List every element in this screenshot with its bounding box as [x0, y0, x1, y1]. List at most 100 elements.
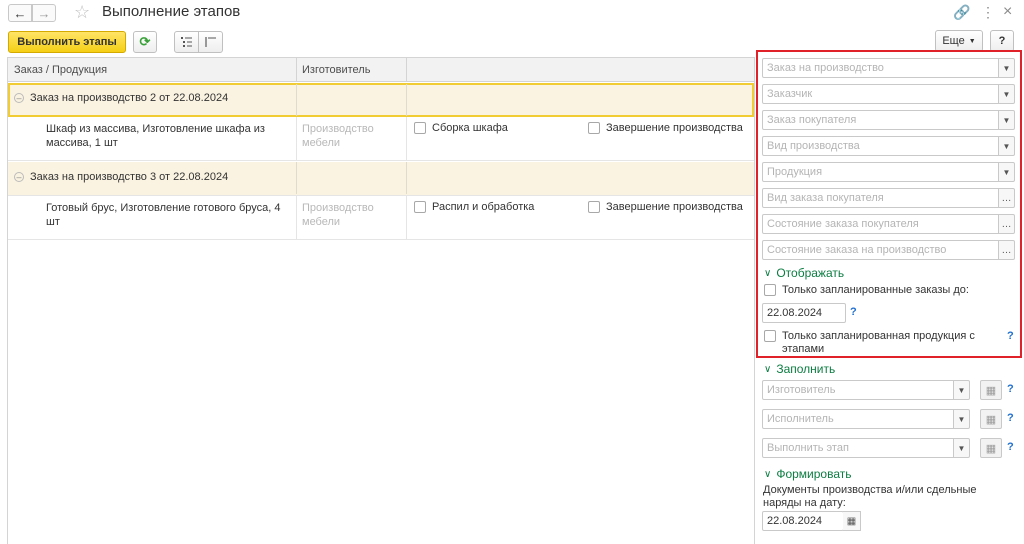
- chevron-down-icon: ∨: [764, 363, 772, 375]
- field-placeholder: Вид производства: [767, 140, 860, 152]
- option-label: Только запланированная продукция с этапа…: [782, 330, 975, 355]
- fill-run-stage-field[interactable]: Выполнить этап: [762, 438, 964, 458]
- checkbox-icon[interactable]: [414, 201, 426, 213]
- stage-label: Распил и обработка: [432, 201, 535, 213]
- checkbox-icon[interactable]: [588, 201, 600, 213]
- apply-fill-icon[interactable]: ▦: [980, 409, 1002, 429]
- field-placeholder: Исполнитель: [767, 413, 834, 425]
- stage-checkbox-2[interactable]: Завершение производства: [588, 201, 743, 213]
- production-order-field[interactable]: Заказ на производство: [762, 58, 1004, 78]
- dropdown-arrow-icon[interactable]: ▼: [998, 162, 1015, 182]
- apply-fill-icon[interactable]: ▦: [980, 380, 1002, 400]
- ellipsis-select-icon[interactable]: …: [998, 214, 1015, 234]
- only-planned-orders-option[interactable]: Только запланированные заказы до:: [764, 284, 969, 297]
- group-title: Заказ на производство 3 от 22.08.2024: [30, 171, 229, 183]
- planned-date-field[interactable]: 22.08.2024: [762, 303, 846, 323]
- more-button[interactable]: Еще ▼: [935, 30, 983, 52]
- help-mark[interactable]: ?: [1007, 330, 1014, 342]
- stage-checkbox-1[interactable]: Распил и обработка: [414, 201, 534, 213]
- checkbox-icon[interactable]: [764, 284, 776, 296]
- column-header-order[interactable]: Заказ / Продукция: [8, 58, 107, 82]
- production-type-field[interactable]: Вид производства: [762, 136, 1004, 156]
- help-mark[interactable]: ?: [1007, 412, 1014, 424]
- customer-order-field[interactable]: Заказ покупателя: [762, 110, 1004, 130]
- dropdown-arrow-icon[interactable]: ▼: [998, 84, 1015, 104]
- fill-executor-field[interactable]: Исполнитель: [762, 409, 964, 429]
- customer-field[interactable]: Заказчик: [762, 84, 1004, 104]
- display-section-header[interactable]: ∨ Отображать: [764, 266, 844, 280]
- field-placeholder: Продукция: [767, 166, 823, 178]
- stage-label: Завершение производства: [606, 201, 743, 213]
- column-divider: [406, 196, 407, 240]
- table-group-row[interactable]: – Заказ на производство 3 от 22.08.2024: [8, 162, 754, 196]
- ellipsis-select-icon[interactable]: …: [998, 240, 1015, 260]
- group-title: Заказ на производство 2 от 22.08.2024: [30, 92, 229, 104]
- dropdown-arrow-icon[interactable]: ▼: [998, 58, 1015, 78]
- chevron-down-icon: ▼: [968, 37, 976, 45]
- help-mark[interactable]: ?: [1007, 441, 1014, 453]
- form-date-field[interactable]: 22.08.2024: [762, 511, 844, 531]
- field-placeholder: Вид заказа покупателя: [767, 192, 884, 204]
- field-placeholder: Заказ покупателя: [767, 114, 857, 126]
- product-field[interactable]: Продукция: [762, 162, 1004, 182]
- fill-section-header[interactable]: ∨ Заполнить: [764, 362, 835, 376]
- fill-maker-field[interactable]: Изготовитель: [762, 380, 964, 400]
- customer-order-type-field[interactable]: Вид заказа покупателя: [762, 188, 1000, 208]
- production-order-state-field[interactable]: Состояние заказа на производство: [762, 240, 1000, 260]
- checkbox-icon[interactable]: [588, 122, 600, 134]
- help-mark[interactable]: ?: [1007, 383, 1014, 395]
- back-button[interactable]: ←: [8, 4, 32, 22]
- maker-cell: Производство мебели: [302, 123, 374, 149]
- dropdown-arrow-icon[interactable]: ▼: [953, 409, 970, 429]
- column-divider: [296, 84, 297, 116]
- help-button[interactable]: ?: [990, 30, 1014, 52]
- field-placeholder: Состояние заказа покупателя: [767, 218, 919, 230]
- arrow-right-icon: →: [37, 5, 51, 21]
- list-flat-icon: [205, 37, 216, 47]
- dropdown-arrow-icon[interactable]: ▼: [998, 136, 1015, 156]
- favorite-star-icon[interactable]: ☆: [74, 2, 90, 22]
- section-title: Формировать: [776, 467, 852, 481]
- maker-cell: Производство мебели: [302, 202, 374, 228]
- close-icon[interactable]: ×: [1003, 3, 1012, 21]
- table-row[interactable]: Готовый брус, Изготовление готового брус…: [8, 196, 754, 240]
- column-header-maker[interactable]: Изготовитель: [296, 58, 370, 82]
- date-value: 22.08.2024: [767, 307, 823, 319]
- column-divider: [406, 117, 407, 161]
- ellipsis-select-icon[interactable]: …: [998, 188, 1015, 208]
- only-planned-products-option[interactable]: Только запланированная продукция с этапа…: [764, 330, 984, 356]
- customer-order-state-field[interactable]: Состояние заказа покупателя: [762, 214, 1000, 234]
- table-group-row[interactable]: – Заказ на производство 2 от 22.08.2024: [8, 83, 754, 117]
- expand-list-button[interactable]: [174, 31, 199, 53]
- stage-checkbox-1[interactable]: Сборка шкафа: [414, 122, 508, 134]
- checkbox-icon[interactable]: [414, 122, 426, 134]
- table-row[interactable]: Шкаф из массива, Изготовление шкафа из м…: [8, 117, 754, 161]
- calendar-icon[interactable]: ▦: [843, 511, 861, 531]
- form-note: Документы производства и/или сдельные на…: [763, 484, 977, 509]
- column-divider: [406, 84, 407, 116]
- dropdown-arrow-icon[interactable]: ▼: [953, 438, 970, 458]
- collapse-toggle-icon[interactable]: –: [14, 93, 24, 103]
- forward-button[interactable]: →: [32, 4, 56, 22]
- checkbox-icon[interactable]: [764, 330, 776, 342]
- refresh-icon: ⟳: [139, 34, 151, 49]
- refresh-button[interactable]: ⟳: [133, 31, 157, 53]
- link-icon[interactable]: 🔗: [953, 3, 970, 21]
- dropdown-arrow-icon[interactable]: ▼: [953, 380, 970, 400]
- column-divider: [406, 162, 407, 194]
- list-tree-icon: [181, 37, 192, 47]
- field-placeholder: Изготовитель: [767, 384, 836, 396]
- collapse-toggle-icon[interactable]: –: [14, 172, 24, 182]
- stage-checkbox-2[interactable]: Завершение производства: [588, 122, 743, 134]
- chevron-down-icon: ∨: [764, 468, 772, 480]
- collapse-list-button[interactable]: [198, 31, 223, 53]
- arrow-left-icon: ←: [13, 5, 27, 21]
- help-mark[interactable]: ?: [850, 306, 857, 318]
- title-bar: ← → ☆ Выполнение этапов 🔗 ⋮ ×: [0, 0, 1024, 26]
- run-stages-button[interactable]: Выполнить этапы: [8, 31, 126, 53]
- column-divider: [406, 58, 407, 82]
- form-section-header[interactable]: ∨ Формировать: [764, 467, 852, 481]
- more-menu-icon[interactable]: ⋮: [981, 3, 995, 21]
- apply-fill-icon[interactable]: ▦: [980, 438, 1002, 458]
- dropdown-arrow-icon[interactable]: ▼: [998, 110, 1015, 130]
